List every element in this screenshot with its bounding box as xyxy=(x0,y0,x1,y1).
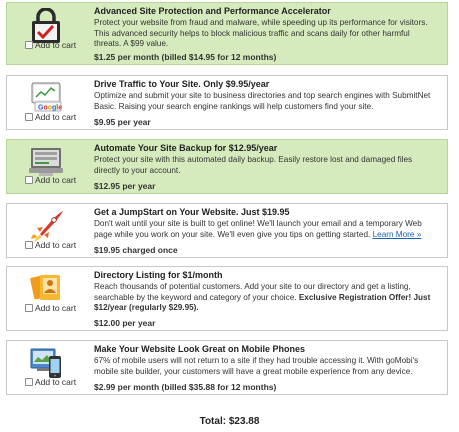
offer-drive-traffic: Google Add to cart Drive Traffic to Your… xyxy=(6,75,448,130)
offer-mobile-website: Add to cart Make Your Website Look Great… xyxy=(6,340,448,395)
add-to-cart-label: Add to cart xyxy=(35,112,77,122)
offer-title: Advanced Site Protection and Performance… xyxy=(94,6,331,16)
offer-price: $12.00 per year xyxy=(94,318,156,328)
offer-directory-listing: Add to cart Directory Listing for $1/mon… xyxy=(6,266,448,331)
offer-title: Get a JumpStart on Your Website. Just $1… xyxy=(94,207,290,217)
add-to-cart-checkbox[interactable]: Add to cart xyxy=(25,240,76,250)
add-to-cart-checkbox[interactable]: Add to cart xyxy=(25,175,76,185)
offer-description: Optimize and submit your site to busines… xyxy=(94,91,431,111)
offer-price: $2.99 per month (billed $35.88 for 12 mo… xyxy=(94,382,277,392)
add-to-cart-label: Add to cart xyxy=(35,175,77,185)
offer-price: $9.95 per year xyxy=(94,117,151,127)
cart-total: Total: $23.88 xyxy=(199,416,260,427)
offer-site-backup: Add to cart Automate Your Site Backup fo… xyxy=(6,139,448,194)
offer-description: Don't wait until your site is built to g… xyxy=(94,219,439,240)
offer-price: $12.95 per year xyxy=(94,181,156,191)
add-to-cart-checkbox[interactable]: Add to cart xyxy=(25,112,76,122)
add-to-cart-label: Add to cart xyxy=(35,377,77,387)
offer-title: Drive Traffic to Your Site. Only $9.95/y… xyxy=(94,79,270,89)
learn-more-link[interactable]: Learn More » xyxy=(373,230,422,239)
offer-title: Directory Listing for $1/month xyxy=(94,270,223,280)
offer-title: Make Your Website Look Great on Mobile P… xyxy=(94,344,306,354)
add-to-cart-checkbox[interactable]: Add to cart xyxy=(25,377,76,387)
offer-price: $1.25 per month (billed $14.95 for 12 mo… xyxy=(94,52,277,62)
add-to-cart-checkbox[interactable]: Add to cart xyxy=(25,303,76,313)
offer-description: Protect your site with this automated da… xyxy=(94,155,413,175)
offer-price: $19.95 charged once xyxy=(94,245,178,255)
add-to-cart-label: Add to cart xyxy=(35,240,77,250)
offer-site-protection: Add to cart Advanced Site Protection and… xyxy=(6,2,448,65)
offer-jumpstart: Add to cart Get a JumpStart on Your Webs… xyxy=(6,203,448,258)
add-to-cart-label: Add to cart xyxy=(35,303,77,313)
svg-text:Google: Google xyxy=(38,105,62,112)
offer-description: 67% of mobile users will not return to a… xyxy=(94,356,419,376)
add-to-cart-label: Add to cart xyxy=(35,40,77,50)
add-to-cart-checkbox[interactable]: Add to cart xyxy=(25,40,76,50)
offer-title: Automate Your Site Backup for $12.95/yea… xyxy=(94,143,278,153)
offer-description: Reach thousands of potential customers. … xyxy=(94,282,439,314)
offer-description: Protect your website from fraud and malw… xyxy=(94,18,428,49)
